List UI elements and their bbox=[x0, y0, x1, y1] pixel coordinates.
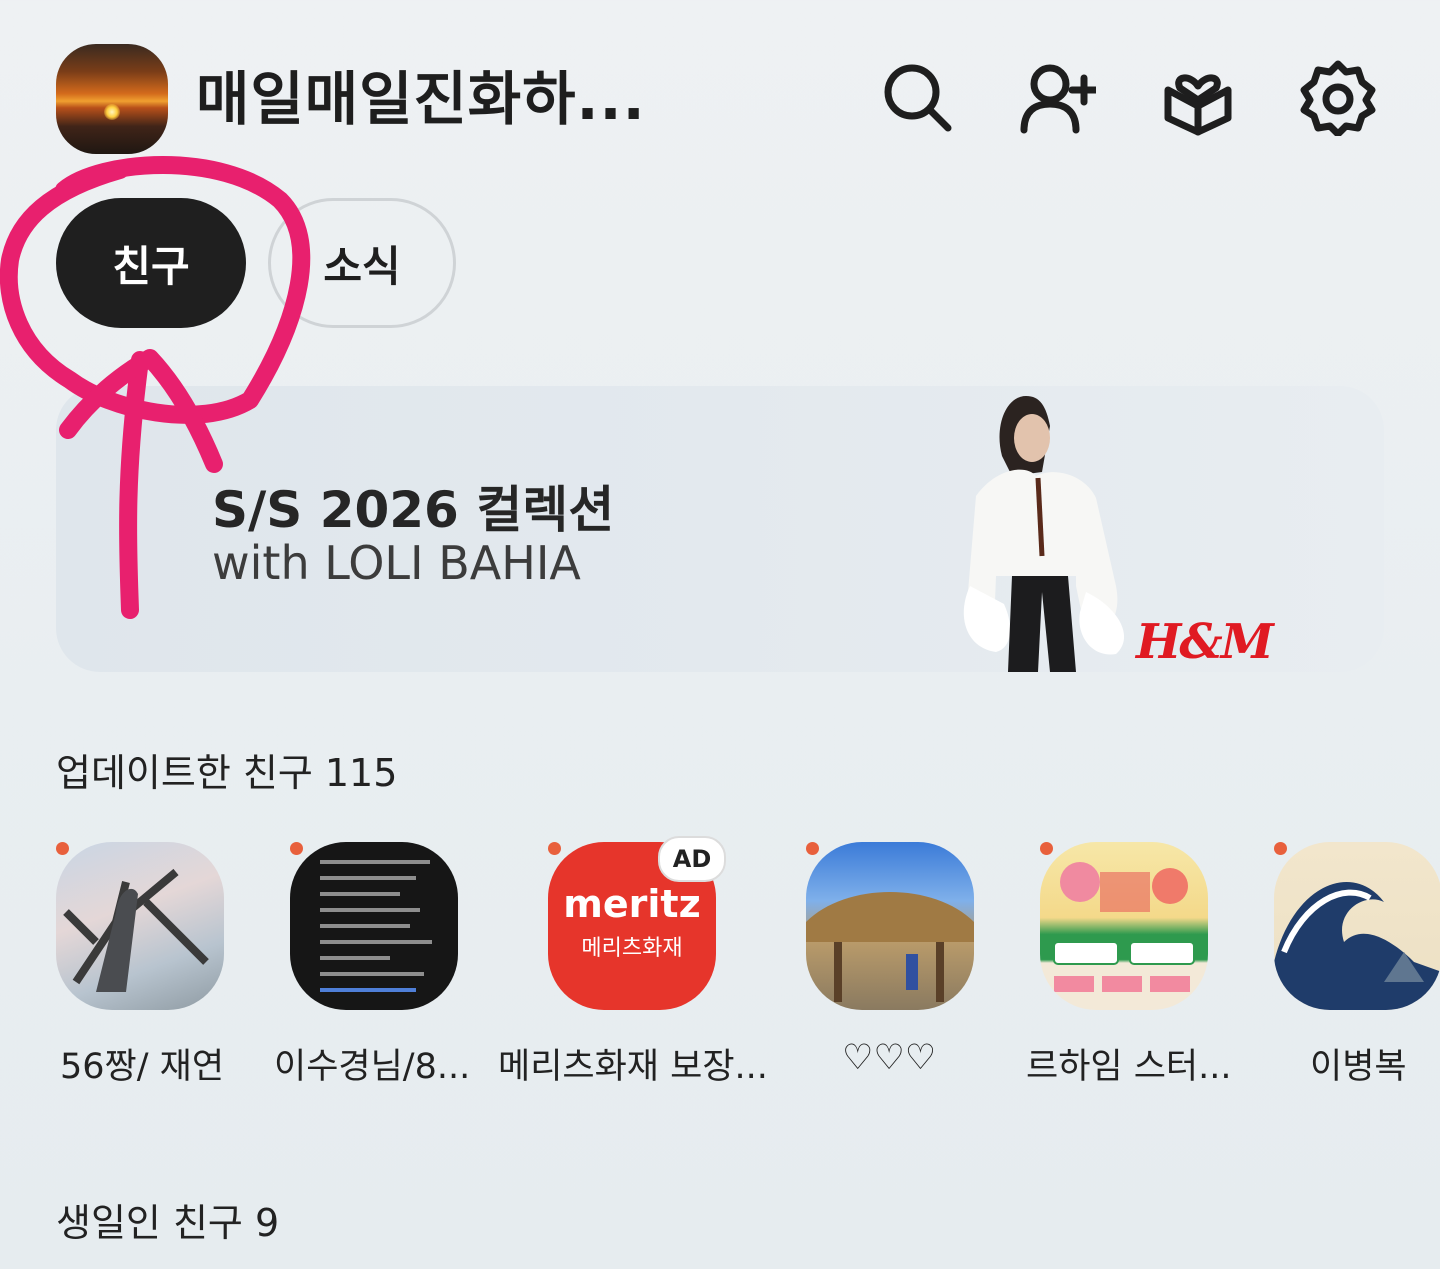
new-update-dot bbox=[806, 842, 819, 855]
new-update-dot bbox=[548, 842, 561, 855]
banner-title: S/S 2026 컬렉션 bbox=[212, 481, 615, 539]
meritz-logo-sub: 메리츠화재 bbox=[581, 936, 683, 961]
friend-name: 메리츠화재 보장... bbox=[498, 1047, 768, 1087]
tab-friends-label: 친구 bbox=[112, 241, 190, 291]
tab-news-label: 소식 bbox=[323, 241, 401, 291]
gift-icon[interactable] bbox=[1160, 60, 1236, 136]
banner-subtitle: with LOLI BAHIA bbox=[212, 536, 581, 590]
profile-name[interactable]: 매일매일진화하... bbox=[196, 52, 646, 136]
friend-name: ♡♡♡ bbox=[842, 1038, 937, 1078]
tab-friends[interactable]: 친구 bbox=[56, 198, 246, 328]
profile-avatar[interactable] bbox=[56, 44, 168, 154]
updated-friends-title: 업데이트한 친구 115 bbox=[56, 751, 398, 795]
new-update-dot bbox=[56, 842, 69, 855]
search-icon[interactable] bbox=[880, 60, 956, 136]
tab-news[interactable]: 소식 bbox=[268, 198, 456, 328]
birthday-friends-title: 생일인 친구 9 bbox=[56, 1201, 280, 1245]
friend-avatar bbox=[56, 842, 224, 1010]
friend-avatar bbox=[290, 842, 458, 1010]
hm-logo: H&M bbox=[1136, 614, 1274, 670]
friend-avatar bbox=[806, 842, 974, 1010]
friend-name: 르하임 스터... bbox=[1026, 1047, 1232, 1087]
friend-name: 56짱/ 재연 bbox=[60, 1047, 225, 1087]
ad-badge: AD bbox=[658, 836, 726, 882]
ad-banner[interactable]: S/S 2026 컬렉션 with LOLI BAHIA H&M bbox=[56, 386, 1384, 672]
friend-name: 이병복 bbox=[1310, 1047, 1407, 1087]
meritz-logo-text: meritz bbox=[563, 882, 701, 926]
gear-icon[interactable] bbox=[1300, 60, 1376, 138]
new-update-dot bbox=[290, 842, 303, 855]
new-update-dot bbox=[1274, 842, 1287, 855]
new-update-dot bbox=[1040, 842, 1053, 855]
friend-name: 이수경님/8... bbox=[274, 1047, 471, 1087]
add-friend-icon[interactable] bbox=[1020, 60, 1100, 136]
friend-avatar bbox=[1274, 842, 1440, 1010]
friend-avatar bbox=[1040, 842, 1208, 1010]
